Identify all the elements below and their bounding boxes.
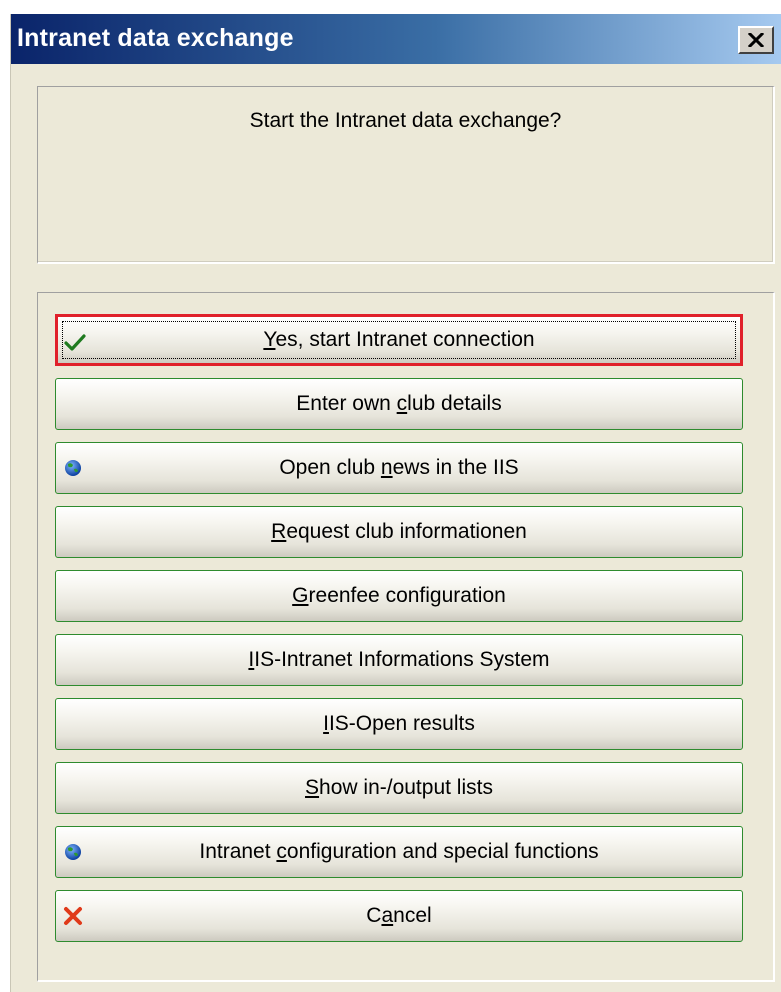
message-panel: Start the Intranet data exchange? xyxy=(37,86,775,264)
title-bar[interactable]: Intranet data exchange xyxy=(11,14,781,64)
button-label: Yes, start Intranet connection xyxy=(263,328,535,351)
enter-club-details-button[interactable]: Enter own club details xyxy=(55,378,743,430)
show-in-output-lists-button[interactable]: Show in-/output lists xyxy=(55,762,743,814)
button-label: Greenfee configuration xyxy=(292,584,506,607)
dialog-window: Intranet data exchange Start the Intrane… xyxy=(10,14,781,992)
close-button[interactable] xyxy=(738,26,774,54)
button-label: Cancel xyxy=(366,904,432,927)
cancel-button[interactable]: Cancel xyxy=(55,890,743,942)
open-club-news-button[interactable]: Open club news in the IIS xyxy=(55,442,743,494)
button-label: Intranet configuration and special funct… xyxy=(199,840,599,863)
window-title: Intranet data exchange xyxy=(17,24,294,52)
greenfee-configuration-button[interactable]: Greenfee configuration xyxy=(55,570,743,622)
button-label: Open club news in the IIS xyxy=(279,456,519,479)
button-label: IIS-Intranet Informations System xyxy=(248,648,550,671)
iis-open-results-button[interactable]: IIS-Open results xyxy=(55,698,743,750)
iis-intranet-informations-system-button[interactable]: IIS-Intranet Informations System xyxy=(55,634,743,686)
request-club-information-button[interactable]: Request club informationen xyxy=(55,506,743,558)
start-intranet-connection-button[interactable]: Yes, start Intranet connection xyxy=(55,314,743,366)
close-icon xyxy=(748,33,764,47)
message-text: Start the Intranet data exchange? xyxy=(249,109,562,132)
button-label: Show in-/output lists xyxy=(305,776,493,799)
button-label: IIS-Open results xyxy=(323,712,475,735)
intranet-configuration-button[interactable]: Intranet configuration and special funct… xyxy=(55,826,743,878)
button-label: Enter own club details xyxy=(296,392,502,415)
button-label: Request club informationen xyxy=(271,520,527,543)
